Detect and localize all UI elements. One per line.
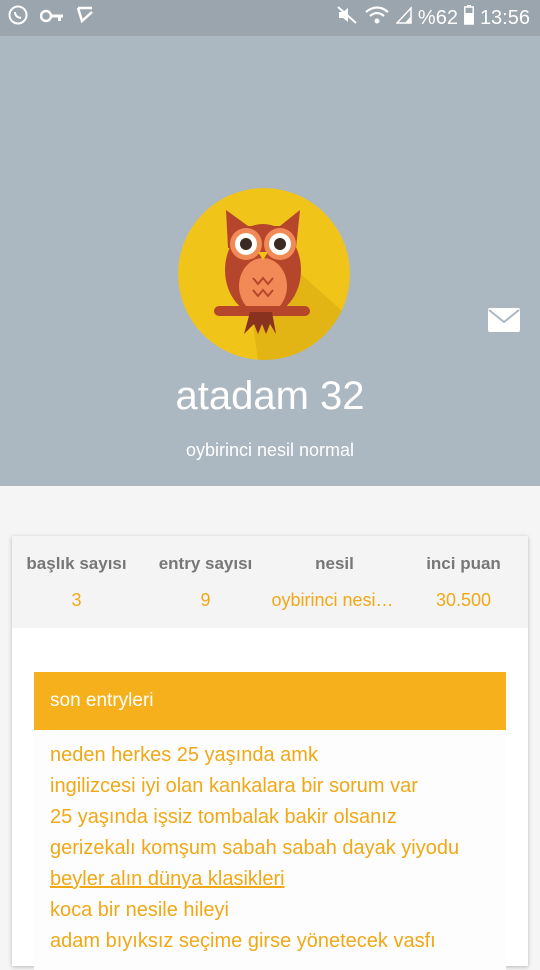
profile-content: başlık sayısı 3 entry sayısı 9 nesil oyb… [0, 486, 540, 970]
status-left-icons [8, 5, 94, 31]
entry-link[interactable]: gerizekalı komşum sabah sabah dayak yiyo… [50, 833, 506, 864]
stat-entry-sayisi: entry sayısı 9 [141, 536, 270, 628]
entries-list: neden herkes 25 yaşında amk ingilizcesi … [34, 730, 506, 970]
stat-label: inci puan [426, 554, 501, 573]
entry-link[interactable]: ingilizcesi iyi olan kankalara bir sorum… [50, 771, 506, 802]
checkmark-notification-icon [76, 6, 94, 30]
wifi-icon [364, 5, 390, 31]
stat-inci-puan: inci puan 30.500 [399, 536, 528, 628]
profile-card: başlık sayısı 3 entry sayısı 9 nesil oyb… [12, 536, 528, 970]
entry-link[interactable]: koca bir nesile hileyi [50, 895, 506, 926]
status-right-icons: %62 13:56 [336, 5, 530, 31]
profile-header: atadam 32 oybirinci nesil normal [0, 36, 540, 486]
key-icon [39, 7, 64, 30]
mail-icon[interactable] [488, 308, 520, 332]
profile-name: atadam 32 [175, 374, 365, 418]
mute-icon [336, 5, 358, 31]
entry-link[interactable]: neden herkes 25 yaşında amk [50, 740, 506, 771]
entry-link[interactable]: adam bıyıksız seçime girse yönetecek vas… [50, 926, 506, 957]
stat-nesil: nesil oybirinci nesil normal [270, 536, 399, 628]
clock: 13:56 [479, 6, 530, 29]
battery-label: %62 [417, 6, 458, 29]
stat-value: 9 [200, 590, 211, 610]
stat-label: nesil [315, 554, 354, 573]
stat-label: başlık sayısı [26, 554, 127, 573]
whatsapp-icon [8, 5, 28, 31]
entry-link[interactable]: 25 yaşında işsiz tombalak bakir olsanız [50, 802, 506, 833]
son-entryleri-header: son entryleri [34, 672, 506, 730]
entry-link[interactable]: beyler alın dünya klasikleri [50, 864, 506, 895]
signal-icon [395, 6, 412, 30]
stat-value: 3 [71, 590, 82, 610]
profile-subtitle: oybirinci nesil normal [185, 440, 355, 460]
stat-baslik-sayisi: başlık sayısı 3 [12, 536, 141, 628]
battery-icon [463, 5, 474, 31]
status-bar: %62 13:56 [0, 0, 540, 36]
stat-value: 30.500 [435, 590, 492, 610]
owl-avatar[interactable] [178, 188, 350, 360]
stat-label: entry sayısı [158, 554, 253, 573]
stat-value: oybirinci nesil normal [271, 590, 398, 610]
stats-row: başlık sayısı 3 entry sayısı 9 nesil oyb… [12, 536, 528, 628]
